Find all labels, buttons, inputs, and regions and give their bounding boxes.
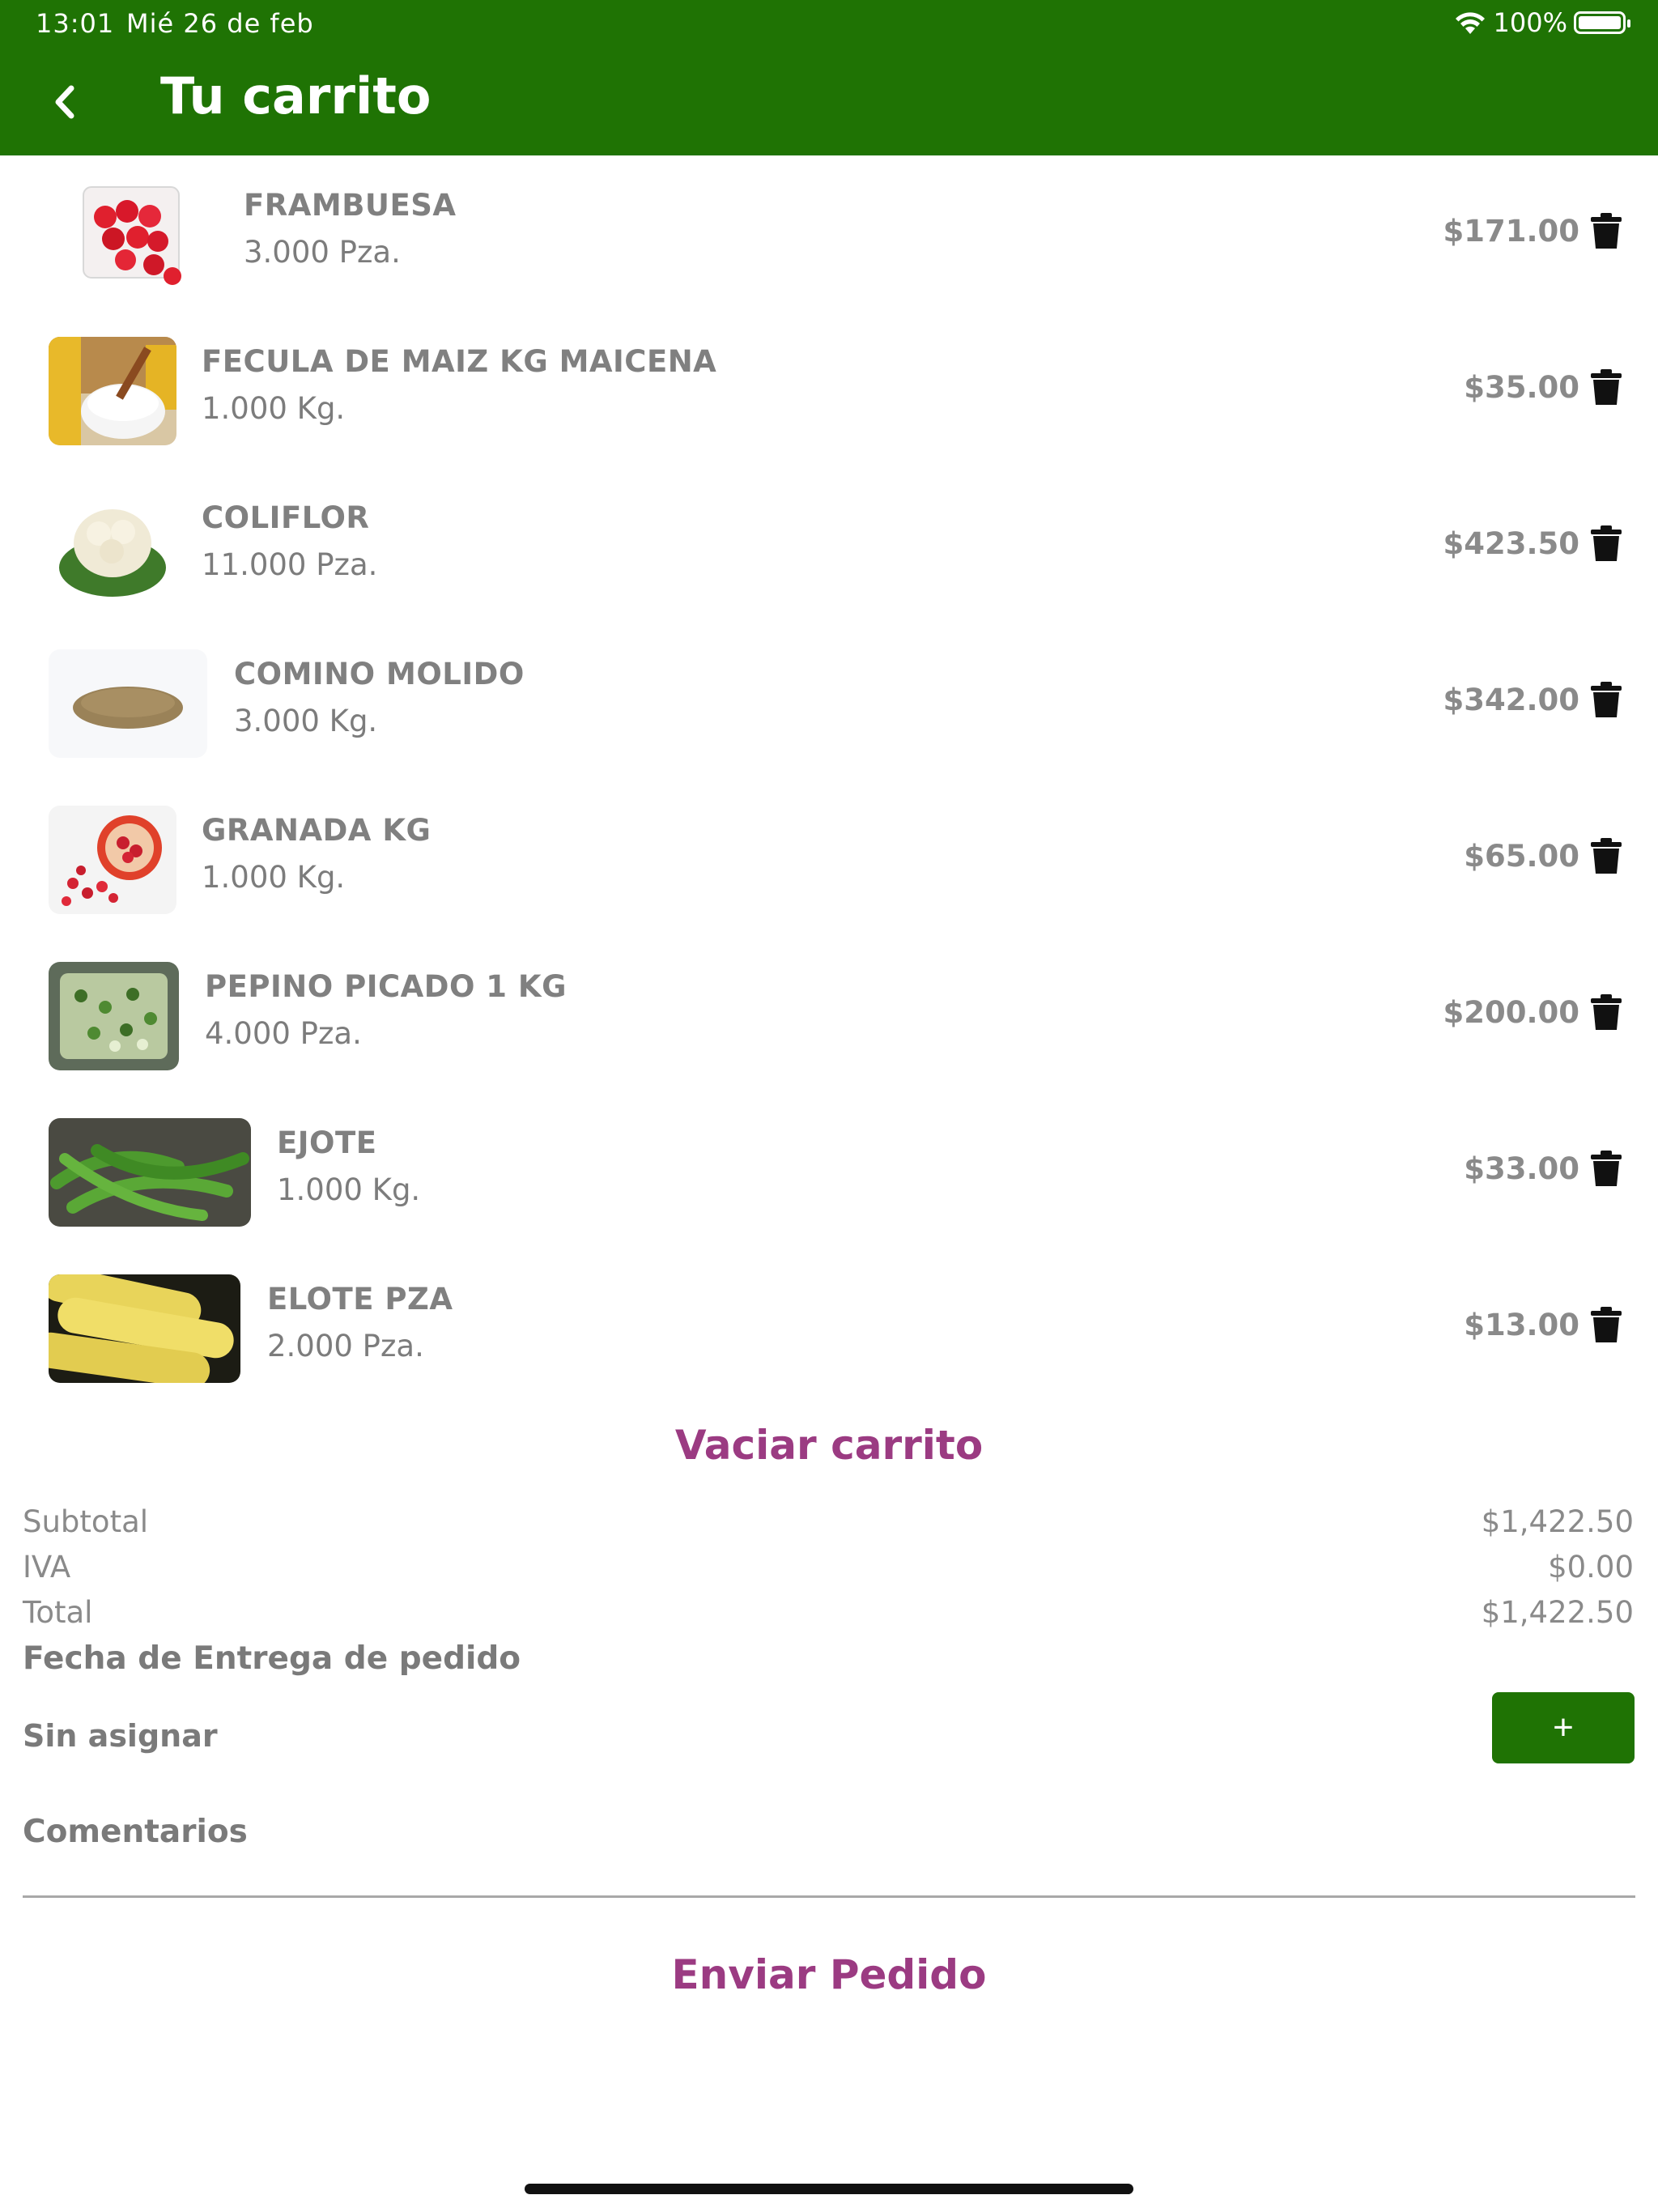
item-quantity: 11.000 Pza. bbox=[202, 547, 378, 582]
add-delivery-date-button[interactable]: + bbox=[1492, 1692, 1635, 1763]
item-quantity: 1.000 Kg. bbox=[202, 860, 346, 895]
item-name: COMINO MOLIDO bbox=[234, 657, 525, 691]
item-price: $423.50 bbox=[1443, 526, 1579, 561]
trash-icon[interactable] bbox=[1590, 525, 1622, 562]
trash-icon[interactable] bbox=[1590, 1150, 1622, 1187]
item-name: COLIFLOR bbox=[202, 500, 370, 535]
cart-item: FRAMBUESA 3.000 Pza. $171.00 bbox=[0, 155, 1658, 312]
trash-icon[interactable] bbox=[1590, 368, 1622, 406]
battery-percent: 100% bbox=[1493, 7, 1567, 38]
empty-cart-button[interactable]: Vaciar carrito bbox=[0, 1422, 1658, 1469]
delivery-date-heading: Fecha de Entrega de pedido bbox=[23, 1640, 521, 1677]
item-quantity: 2.000 Pza. bbox=[267, 1329, 424, 1363]
trash-icon[interactable] bbox=[1590, 993, 1622, 1031]
item-quantity: 1.000 Kg. bbox=[202, 391, 346, 426]
item-price: $200.00 bbox=[1443, 995, 1579, 1030]
subtotal-label: Subtotal bbox=[23, 1504, 149, 1539]
item-price: $35.00 bbox=[1464, 370, 1579, 405]
battery-icon bbox=[1574, 11, 1630, 34]
item-quantity: 1.000 Kg. bbox=[277, 1172, 421, 1207]
item-price: $33.00 bbox=[1464, 1151, 1579, 1186]
product-image-green-beans bbox=[49, 1118, 251, 1227]
comments-label[interactable]: Comentarios bbox=[23, 1814, 248, 1850]
item-quantity: 4.000 Pza. bbox=[205, 1016, 362, 1051]
cart-item: GRANADA KG 1.000 Kg. $65.00 bbox=[0, 781, 1658, 937]
trash-icon[interactable] bbox=[1590, 837, 1622, 874]
cart-item: FECULA DE MAIZ KG MAICENA 1.000 Kg. $35.… bbox=[0, 312, 1658, 468]
home-indicator bbox=[525, 2184, 1133, 2194]
status-date: Mié 26 de feb bbox=[126, 8, 314, 39]
item-quantity: 3.000 Pza. bbox=[244, 235, 401, 270]
item-name: PEPINO PICADO 1 KG bbox=[205, 969, 567, 1004]
cart-item: EJOTE 1.000 Kg. $33.00 bbox=[0, 1093, 1658, 1249]
item-name: ELOTE PZA bbox=[267, 1282, 453, 1317]
send-order-button[interactable]: Enviar Pedido bbox=[0, 1951, 1658, 1998]
app-header: 13:01 Mié 26 de feb 100% Tu carrito bbox=[0, 0, 1658, 155]
product-image-corn bbox=[49, 1274, 240, 1383]
total-label: Total bbox=[23, 1595, 93, 1630]
item-price: $171.00 bbox=[1443, 214, 1579, 249]
delivery-date-value: Sin asignar bbox=[23, 1718, 218, 1754]
cart-item: PEPINO PICADO 1 KG 4.000 Pza. $200.00 bbox=[0, 937, 1658, 1093]
item-name: FRAMBUESA bbox=[244, 188, 457, 223]
subtotal-value: $1,422.50 bbox=[1481, 1504, 1634, 1539]
item-price: $13.00 bbox=[1464, 1308, 1579, 1342]
product-image-ground-cumin bbox=[49, 649, 207, 758]
cart-item: COLIFLOR 11.000 Pza. $423.50 bbox=[0, 468, 1658, 624]
total-value: $1,422.50 bbox=[1481, 1595, 1634, 1630]
chevron-left-icon bbox=[55, 85, 74, 119]
comments-divider bbox=[23, 1895, 1635, 1898]
product-image-pomegranate bbox=[49, 806, 176, 914]
status-indicators: 100% bbox=[1453, 6, 1630, 39]
product-image-corn-starch bbox=[49, 337, 176, 445]
product-image-raspberries bbox=[77, 181, 186, 289]
iva-value: $0.00 bbox=[1548, 1550, 1634, 1585]
product-image-cauliflower bbox=[49, 493, 176, 602]
page-title: Tu carrito bbox=[160, 66, 432, 125]
product-image-diced-cucumber bbox=[49, 962, 179, 1070]
item-name: FECULA DE MAIZ KG MAICENA bbox=[202, 344, 717, 379]
wifi-icon bbox=[1455, 12, 1485, 34]
item-name: EJOTE bbox=[277, 1125, 377, 1160]
back-button[interactable] bbox=[44, 78, 84, 126]
item-name: GRANADA KG bbox=[202, 813, 432, 848]
status-time: 13:01 bbox=[36, 8, 115, 39]
cart-item: ELOTE PZA 2.000 Pza. $13.00 bbox=[0, 1249, 1658, 1406]
item-price: $342.00 bbox=[1443, 683, 1579, 717]
iva-label: IVA bbox=[23, 1550, 71, 1585]
trash-icon[interactable] bbox=[1590, 212, 1622, 249]
item-quantity: 3.000 Kg. bbox=[234, 704, 378, 738]
trash-icon[interactable] bbox=[1590, 681, 1622, 718]
cart-item: COMINO MOLIDO 3.000 Kg. $342.00 bbox=[0, 624, 1658, 781]
trash-icon[interactable] bbox=[1590, 1306, 1622, 1343]
item-price: $65.00 bbox=[1464, 839, 1579, 874]
